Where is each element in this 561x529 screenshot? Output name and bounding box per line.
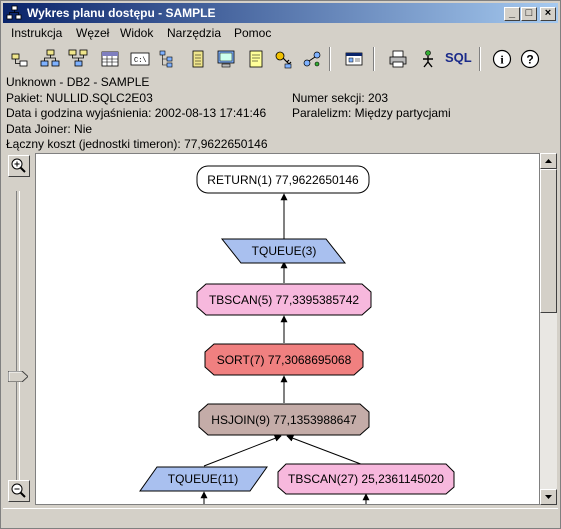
tree-icon[interactable]	[157, 48, 179, 70]
zoom-slider-thumb[interactable]	[8, 371, 28, 382]
menu-bar: Instrukcja Węzeł Widok Narzędzia Pomoc	[3, 24, 558, 43]
svg-text:TQUEUE(11): TQUEUE(11)	[168, 472, 238, 486]
plan-node-sort-7[interactable]: SORT(7) 77,3068695068	[204, 343, 364, 376]
scroll-down-button[interactable]	[540, 489, 557, 505]
title-bar[interactable]: Wykres planu dostępu - SAMPLE _ □ ×	[3, 3, 558, 23]
menu-widok[interactable]: Widok	[120, 26, 153, 40]
plan-node-hsjoin-9[interactable]: HSJOIN(9) 77,1353988647	[198, 403, 370, 436]
minimize-icon: _	[508, 7, 516, 19]
toolbar-separator	[479, 47, 481, 71]
plan-node-tqueue-11[interactable]: TQUEUE(11)	[139, 466, 268, 492]
sql-label: SQL	[445, 50, 472, 65]
data-joiner-label: Data Joiner: Nie	[6, 122, 93, 136]
svg-text:TQUEUE(3): TQUEUE(3)	[252, 244, 317, 258]
edge	[286, 434, 367, 467]
svg-text:HSJOIN(9) 77,1353988647: HSJOIN(9) 77,1353988647	[211, 413, 357, 427]
expand-icon[interactable]	[39, 48, 61, 70]
section-number-label: Numer sekcji: 203	[292, 91, 389, 105]
maximize-icon: □	[525, 7, 533, 19]
key-icon[interactable]	[273, 48, 295, 70]
svg-text:C:\: C:\	[134, 57, 147, 65]
plan-node-tqueue-3[interactable]: TQUEUE(3)	[220, 238, 347, 264]
minimize-button[interactable]: _	[504, 7, 520, 21]
collapse-icon[interactable]	[67, 48, 89, 70]
table-icon[interactable]	[99, 48, 121, 70]
connection-label: Unknown - DB2 - SAMPLE	[6, 75, 150, 89]
zoom-in-icon	[11, 158, 26, 173]
zoom-in-button[interactable]	[8, 155, 30, 177]
list-icon[interactable]	[187, 48, 209, 70]
sql-button[interactable]: SQL	[445, 50, 473, 68]
svg-text:TBSCAN(5) 77,3395385742: TBSCAN(5) 77,3395385742	[209, 293, 359, 307]
svg-text:TBSCAN(27) 25,2361145020: TBSCAN(27) 25,2361145020	[288, 472, 444, 486]
vertical-scrollbar[interactable]	[540, 153, 557, 505]
app-window: Wykres planu dostępu - SAMPLE _ □ × Inst…	[0, 0, 561, 529]
monitor-icon[interactable]	[215, 48, 237, 70]
help-icon[interactable]: ?	[519, 48, 541, 70]
edge	[203, 435, 282, 467]
print-icon[interactable]	[387, 48, 409, 70]
total-cost-label: Łączny koszt (jednostki timeron): 77,962…	[6, 137, 268, 151]
menu-instrukcja[interactable]: Instrukcja	[11, 26, 62, 40]
app-icon	[6, 5, 22, 20]
toolbar: C:\ SQL i ?	[3, 43, 558, 73]
close-button[interactable]: ×	[540, 7, 556, 21]
zoom-out-icon	[11, 483, 26, 498]
run-icon[interactable]	[417, 48, 439, 70]
scroll-up-button[interactable]	[540, 153, 557, 169]
arrow-up-icon	[545, 159, 552, 163]
status-bar	[3, 508, 558, 528]
svg-text:SORT(7) 77,3068695068: SORT(7) 77,3068695068	[217, 353, 352, 367]
zoom-out-button[interactable]	[8, 480, 30, 502]
menu-pomoc[interactable]: Pomoc	[234, 26, 271, 40]
scroll-thumb[interactable]	[540, 169, 557, 313]
access-plan-diagram: RETURN(1) 77,9622650146 TQUEUE(3) TBSCAN…	[139, 165, 455, 504]
package-label: Pakiet: NULLID.SQLC2E03	[6, 91, 153, 105]
toolbar-separator	[329, 47, 331, 71]
details-icon[interactable]	[343, 48, 365, 70]
svg-text:RETURN(1) 77,9622650146: RETURN(1) 77,9622650146	[207, 173, 359, 187]
command-icon[interactable]: C:\	[129, 48, 151, 70]
access-plan-graph[interactable]: RETURN(1) 77,9622650146 TQUEUE(3) TBSCAN…	[35, 153, 540, 505]
notes-icon[interactable]	[245, 48, 267, 70]
parallelism-label: Paralelizm: Między partycjami	[292, 106, 451, 120]
plan-node-tbscan-5[interactable]: TBSCAN(5) 77,3395385742	[196, 283, 372, 316]
zoom-slider-track[interactable]	[16, 191, 20, 481]
connect-icon[interactable]	[301, 48, 323, 70]
plan-node-return[interactable]: RETURN(1) 77,9622650146	[196, 165, 370, 194]
arrow-down-icon	[545, 495, 552, 499]
window-title: Wykres planu dostępu - SAMPLE	[27, 6, 216, 20]
menu-narzedzia[interactable]: Narzędzia	[167, 26, 221, 40]
zoom-panel	[3, 153, 35, 505]
maximize-button[interactable]: □	[521, 7, 537, 21]
menu-wezel[interactable]: Węzeł	[76, 26, 109, 40]
explain-time-label: Data i godzina wyjaśnienia: 2002-08-13 1…	[6, 106, 267, 120]
info-icon[interactable]: i	[491, 48, 513, 70]
graph-area: RETURN(1) 77,9622650146 TQUEUE(3) TBSCAN…	[3, 153, 558, 505]
plan-node-tbscan-27[interactable]: TBSCAN(27) 25,2361145020	[277, 463, 455, 495]
close-icon: ×	[544, 7, 552, 19]
svg-text:?: ?	[526, 53, 533, 67]
toolbar-separator	[373, 47, 375, 71]
open-icon[interactable]	[9, 48, 31, 70]
